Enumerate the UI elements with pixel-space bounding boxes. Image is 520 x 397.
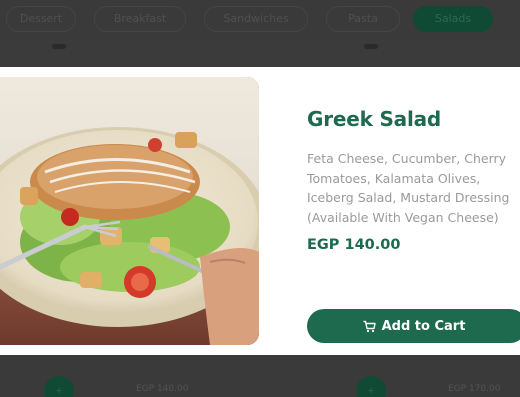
product-detail-modal: Greek Salad Feta Cheese, Cucumber, Cherr… [0,67,520,355]
product-grid-background [0,354,520,397]
add-to-cart-label: Add to Cart [381,318,466,334]
tab-sandwiches[interactable]: Sandwiches [204,6,308,32]
tab-dessert[interactable]: Dessert [6,6,76,32]
product-description: Feta Cheese, Cucumber, Cherry Tomatoes, … [307,151,510,225]
tab-breakfast[interactable]: Breakfast [94,6,186,32]
category-tab-bar: Dessert Breakfast Sandwiches Pasta Salad… [0,0,520,40]
card-indicator [364,44,378,49]
card-indicator [52,44,66,49]
salad-photo [0,77,259,345]
tab-pasta[interactable]: Pasta [326,6,400,32]
product-title: Greek Salad [307,107,442,131]
product-price: EGP 140.00 [136,384,189,394]
cart-icon [363,320,376,333]
product-price: EGP 170.00 [448,384,501,394]
product-price: EGP 140.00 [307,237,401,253]
tab-salads[interactable]: Salads [413,6,493,32]
add-to-cart-button[interactable]: Add to Cart [307,309,520,343]
